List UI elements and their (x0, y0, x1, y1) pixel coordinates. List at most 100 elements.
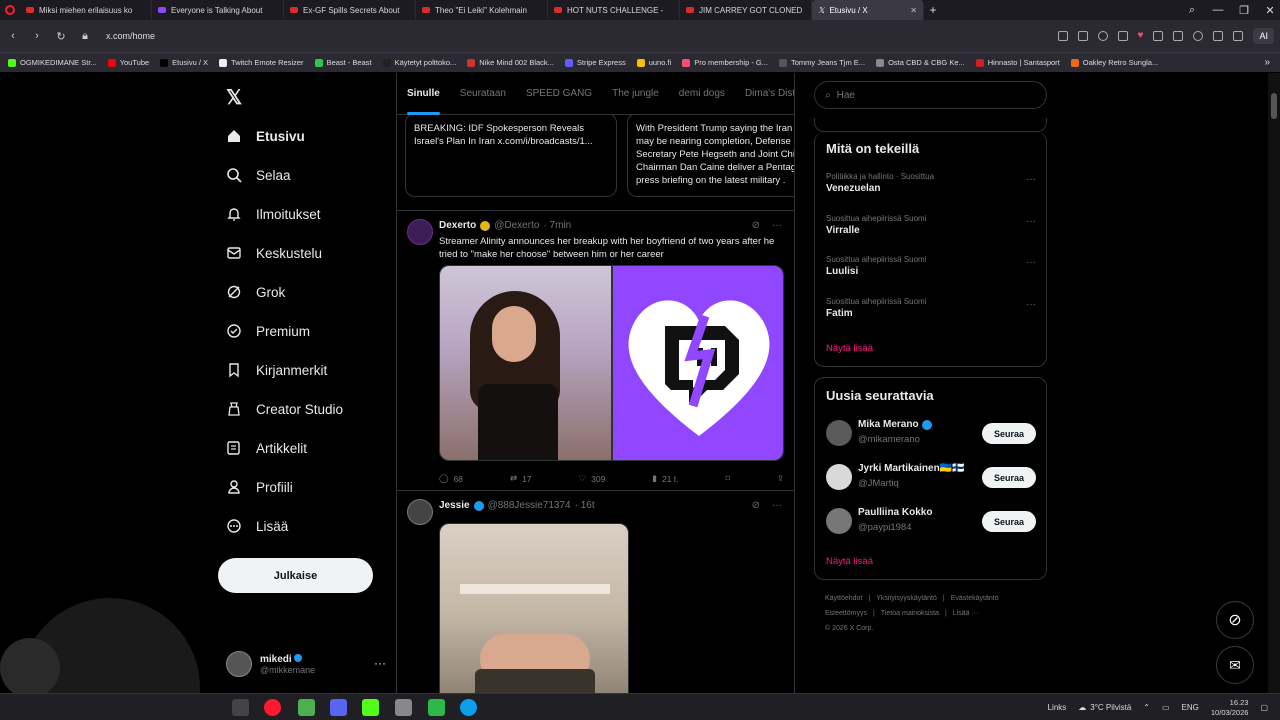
bookmark-item[interactable]: Etusivu / X (160, 58, 208, 67)
discord-icon[interactable] (330, 699, 347, 716)
camera-icon[interactable] (1077, 31, 1088, 41)
like-button[interactable]: ♡ 309 (579, 473, 606, 484)
bookmark-item[interactable]: Twitch Emote Resizer (219, 58, 304, 67)
x-logo-icon[interactable]: 𝕏 (226, 85, 242, 110)
maximize-icon[interactable]: ❐ (1238, 4, 1250, 17)
opera-logo-icon[interactable] (0, 0, 20, 20)
extension-icon[interactable] (1213, 31, 1224, 41)
nav-item-bell[interactable]: Ilmoitukset (226, 202, 321, 226)
bookmark-item[interactable]: Oakley Retro Sungla... (1070, 58, 1158, 67)
play-icon[interactable] (1117, 31, 1128, 41)
timeline-tab[interactable]: Seurataan (450, 73, 516, 115)
browser-tab[interactable]: Theo "Ei Leiki" Kolehmain (416, 0, 548, 20)
app-icon[interactable] (298, 699, 315, 716)
retweet-button[interactable]: ⇄ 17 (510, 473, 532, 484)
more-icon[interactable]: ··· (1026, 216, 1036, 227)
tweet-time[interactable]: · 7min (543, 220, 571, 231)
browser-tab[interactable]: Ex-GF Spills Secrets About (284, 0, 416, 20)
forward-icon[interactable]: › (30, 30, 44, 42)
timeline-tab[interactable]: Sinulle (397, 73, 450, 115)
search-tabs-icon[interactable]: ⌕ (1186, 4, 1198, 17)
bookmarks-overflow-icon[interactable]: » (1264, 57, 1270, 68)
follow-show-more-link[interactable]: Näytä lisää (826, 556, 873, 567)
back-icon[interactable]: ‹ (6, 30, 20, 42)
tweet-author[interactable]: Dexerto (439, 220, 476, 231)
account-switcher[interactable]: mikedi @mikkemane ··· (226, 648, 386, 680)
search-box[interactable]: ⌕ (814, 81, 1047, 109)
share-button[interactable]: ⇪ (777, 473, 784, 484)
browser-tab[interactable]: JIM CARREY GOT CLONED (680, 0, 812, 20)
nav-item-more[interactable]: Lisää (226, 514, 288, 538)
network-icon[interactable]: ▭ (1162, 703, 1170, 712)
cube-icon[interactable] (1233, 31, 1244, 41)
avatar[interactable] (826, 420, 852, 446)
bookmark-item[interactable]: Tommy Jeans Tjm E... (779, 58, 865, 67)
bookmark-item[interactable]: uuno.fi (636, 58, 671, 67)
nav-item-articles[interactable]: Artikkelit (226, 436, 307, 460)
minimize-icon[interactable]: — (1212, 4, 1224, 16)
close-tab-icon[interactable]: ✕ (910, 6, 917, 15)
avatar[interactable] (407, 499, 433, 525)
trend-item[interactable]: Suosittua aihepiirissä Suomi Luulisi ··· (826, 255, 1036, 277)
grok-icon[interactable]: ⊘ (752, 500, 760, 511)
nav-item-mail[interactable]: Keskustelu (226, 241, 322, 265)
nav-item-creator-studio[interactable]: Creator Studio (226, 397, 343, 421)
avatar[interactable] (407, 219, 433, 245)
footer-link[interactable]: Käyttöehdot (825, 595, 862, 602)
more-icon[interactable]: ··· (374, 656, 386, 670)
menu-icon[interactable] (1173, 31, 1184, 41)
tray-icon[interactable]: ⌃ (1143, 703, 1150, 712)
nav-item-search[interactable]: Selaa (226, 163, 291, 187)
tweet-time[interactable]: · 16t (575, 500, 595, 511)
nav-item-premium[interactable]: Premium (226, 319, 310, 343)
browser-tab-active[interactable]: 𝕏 Etusivu / X ✕ (812, 0, 924, 20)
follow-button[interactable]: Seuraa (982, 467, 1036, 488)
app-icon[interactable] (428, 699, 445, 716)
shield-icon[interactable] (1097, 31, 1108, 41)
app-icon[interactable] (395, 699, 412, 716)
share-icon[interactable] (1057, 31, 1068, 41)
profile-icon[interactable] (1193, 31, 1204, 41)
scrollbar-thumb[interactable] (1271, 93, 1277, 119)
nav-item-grok[interactable]: Grok (226, 280, 285, 304)
trend-item[interactable]: Suosittua aihepiirissä Suomi Virralle ··· (826, 214, 1036, 236)
browser-tab[interactable]: Miksi miehen erilaisuus ko (20, 0, 152, 20)
bookmark-item[interactable]: Käytetyt polttoko... (382, 58, 456, 67)
views-button[interactable]: ▮ 21 t. (652, 473, 678, 484)
clock[interactable]: 16.23 10/03/2026 (1211, 698, 1249, 718)
ai-button[interactable]: AI (1253, 28, 1274, 44)
page-scrollbar[interactable] (1268, 73, 1280, 693)
bookmark-item[interactable]: Beast - Beast (314, 58, 372, 67)
avatar[interactable] (826, 464, 852, 490)
quoted-card[interactable]: With President Trump saying the Iran may… (627, 113, 794, 197)
grok-icon[interactable]: ⊘ (752, 220, 760, 231)
nav-item-profile[interactable]: Profiili (226, 475, 293, 499)
footer-link[interactable]: Evästekäytäntö (951, 595, 999, 602)
tweet-handle[interactable]: @Dexerto (494, 220, 539, 231)
notifications-icon[interactable]: ▢ (1260, 703, 1268, 712)
close-window-icon[interactable]: ✕ (1264, 4, 1276, 17)
bookmark-item[interactable]: Hinnasto | Santasport (975, 58, 1060, 67)
follow-name[interactable]: Paulliina Kokko (858, 507, 932, 518)
trend-item[interactable]: Suosittua aihepiirissä Suomi Fatim ··· (826, 297, 1036, 319)
url-field[interactable]: x.com/home (106, 31, 155, 41)
links-toolbar[interactable]: Links (1048, 703, 1067, 712)
edge-icon[interactable] (460, 699, 477, 716)
tweet[interactable]: Jessie @888Jessie71374 · 16t ⊘ ··· (397, 490, 794, 693)
timeline-tab[interactable]: demi dogs (669, 73, 735, 115)
bookmark-item[interactable]: YouTube (107, 58, 149, 67)
more-icon[interactable]: ··· (1026, 299, 1036, 310)
follow-button[interactable]: Seuraa (982, 423, 1036, 444)
bookmark-item[interactable]: OGMIKEDIMANE Str... (8, 58, 97, 67)
nav-item-bookmark[interactable]: Kirjanmerkit (226, 358, 327, 382)
heart-icon[interactable]: ♥ (1138, 31, 1144, 41)
footer-link[interactable]: Tietoa mainoksista (881, 610, 939, 617)
trend-item[interactable]: Politiikka ja hallinto · Suosittua Venezu… (826, 172, 1036, 194)
more-icon[interactable]: ··· (772, 220, 782, 231)
browser-tab[interactable]: Everyone is Talking About (152, 0, 284, 20)
weather-widget[interactable]: ☁ 3°C Pilvistä (1078, 703, 1131, 712)
more-icon[interactable]: ··· (1026, 257, 1036, 268)
download-icon[interactable] (1153, 31, 1164, 41)
quoted-card[interactable]: BREAKING: IDF Spokesperson Reveals Israe… (405, 113, 617, 197)
follow-name[interactable]: Mika Merano (858, 419, 932, 430)
